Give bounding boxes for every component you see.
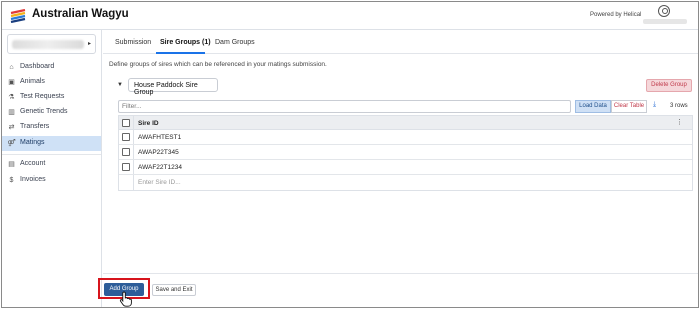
dollar-icon: $ bbox=[9, 177, 14, 184]
column-divider bbox=[133, 175, 134, 190]
user-avatar-icon[interactable] bbox=[658, 5, 670, 17]
sidebar-item-label: Genetic Trends bbox=[20, 108, 68, 115]
column-divider bbox=[133, 116, 134, 129]
chart-icon: ▥ bbox=[8, 109, 15, 116]
column-divider bbox=[133, 130, 134, 144]
sidebar-item-label: Animals bbox=[20, 78, 45, 85]
section-description: Define groups of sires which can be refe… bbox=[109, 61, 327, 68]
animals-icon: ▣ bbox=[8, 79, 15, 86]
flask-icon: ⚗ bbox=[8, 94, 15, 101]
top-header: Australian Wagyu ⌄ Powered by Helical bbox=[2, 2, 698, 30]
main-content: Submission Sire Groups (1) Dam Groups De… bbox=[103, 30, 698, 307]
sire-id-cell[interactable]: AWAP22T345 bbox=[138, 149, 179, 156]
tab-dam-groups[interactable]: Dam Groups bbox=[215, 39, 255, 46]
chevron-down-icon[interactable]: ⌄ bbox=[108, 9, 116, 20]
transfer-icon: ⇄ bbox=[8, 124, 15, 131]
sidebar-item-genetic-trends[interactable]: ▥ Genetic Trends bbox=[2, 105, 101, 120]
sidebar-item-label: Invoices bbox=[20, 176, 46, 183]
sidebar-item-label: Dashboard bbox=[20, 63, 55, 70]
row-checkbox[interactable] bbox=[122, 133, 130, 141]
sire-table: Sire ID ⋮ AWAFHTEST1 AWAP22T345 AWAF22T1… bbox=[118, 115, 693, 191]
table-row[interactable]: AWAFHTEST1 bbox=[119, 130, 692, 145]
row-checkbox[interactable] bbox=[122, 148, 130, 156]
user-name-redacted bbox=[643, 19, 687, 24]
tab-bar: Submission Sire Groups (1) Dam Groups bbox=[103, 30, 698, 54]
account-icon: ▤ bbox=[8, 161, 15, 168]
collapse-triangle-icon[interactable]: ▼ bbox=[117, 82, 123, 88]
column-menu-icon[interactable]: ⋮ bbox=[676, 118, 683, 126]
tab-submission[interactable]: Submission bbox=[115, 39, 151, 46]
group-name-input[interactable]: House Paddock Sire Group bbox=[128, 78, 218, 96]
sidebar-item-label: Transfers bbox=[20, 123, 50, 130]
column-divider bbox=[133, 145, 134, 159]
sidebar-item-test-requests[interactable]: ⚗ Test Requests bbox=[2, 90, 101, 105]
new-sire-id-input[interactable]: Enter Sire ID... bbox=[138, 179, 181, 186]
table-row[interactable]: AWAP22T345 bbox=[119, 145, 692, 160]
tab-sire-groups[interactable]: Sire Groups (1) bbox=[160, 39, 211, 46]
sidebar: ▸ ⌂ Dashboard ▣ Animals ⚗ Test Requests … bbox=[2, 30, 102, 307]
save-and-exit-button[interactable]: Save and Exit bbox=[152, 284, 196, 296]
hand-cursor-icon bbox=[119, 291, 132, 307]
app-window: Australian Wagyu ⌄ Powered by Helical ▸ … bbox=[1, 1, 699, 308]
sidebar-item-animals[interactable]: ▣ Animals bbox=[2, 75, 101, 90]
table-row[interactable]: AWAF22T1234 bbox=[119, 160, 692, 175]
select-all-checkbox[interactable] bbox=[122, 119, 130, 127]
column-header-sire-id[interactable]: Sire ID bbox=[138, 120, 159, 127]
sidebar-item-invoices[interactable]: $ Invoices bbox=[2, 173, 101, 188]
filter-input[interactable]: Filter... bbox=[118, 100, 571, 113]
footer-divider bbox=[103, 273, 698, 274]
download-icon[interactable]: ⤓ bbox=[653, 101, 656, 109]
powered-by-text: Powered by Helical bbox=[590, 12, 642, 18]
table-header: Sire ID ⋮ bbox=[119, 116, 692, 130]
sidebar-divider bbox=[2, 154, 101, 155]
clear-table-button[interactable]: Clear Table bbox=[611, 100, 647, 113]
sire-id-cell[interactable]: AWAFHTEST1 bbox=[138, 134, 181, 141]
sire-id-cell[interactable]: AWAF22T1234 bbox=[138, 164, 182, 171]
sidebar-item-dashboard[interactable]: ⌂ Dashboard bbox=[2, 60, 101, 75]
organization-select[interactable]: ▸ bbox=[7, 34, 96, 54]
sidebar-item-transfers[interactable]: ⇄ Transfers bbox=[2, 120, 101, 135]
row-checkbox[interactable] bbox=[122, 163, 130, 171]
organization-name-redacted bbox=[12, 40, 84, 49]
matings-icon: ⚤ bbox=[7, 140, 16, 147]
caret-right-icon: ▸ bbox=[87, 41, 91, 47]
sidebar-item-label: Matings bbox=[20, 139, 45, 146]
wagyu-logo-icon bbox=[10, 9, 26, 23]
load-data-button[interactable]: Load Data bbox=[575, 100, 611, 113]
delete-group-button[interactable]: Delete Group bbox=[646, 79, 692, 92]
sidebar-item-label: Test Requests bbox=[20, 93, 65, 100]
sidebar-item-label: Account bbox=[20, 160, 46, 167]
home-icon: ⌂ bbox=[9, 64, 14, 71]
active-tab-indicator bbox=[156, 52, 205, 54]
column-divider bbox=[133, 160, 134, 174]
sidebar-item-matings[interactable]: ⚤ Matings bbox=[2, 136, 101, 151]
new-row[interactable]: Enter Sire ID... bbox=[119, 175, 692, 190]
row-count: 3 rows bbox=[670, 103, 688, 109]
sidebar-item-account[interactable]: ▤ Account bbox=[2, 157, 101, 172]
